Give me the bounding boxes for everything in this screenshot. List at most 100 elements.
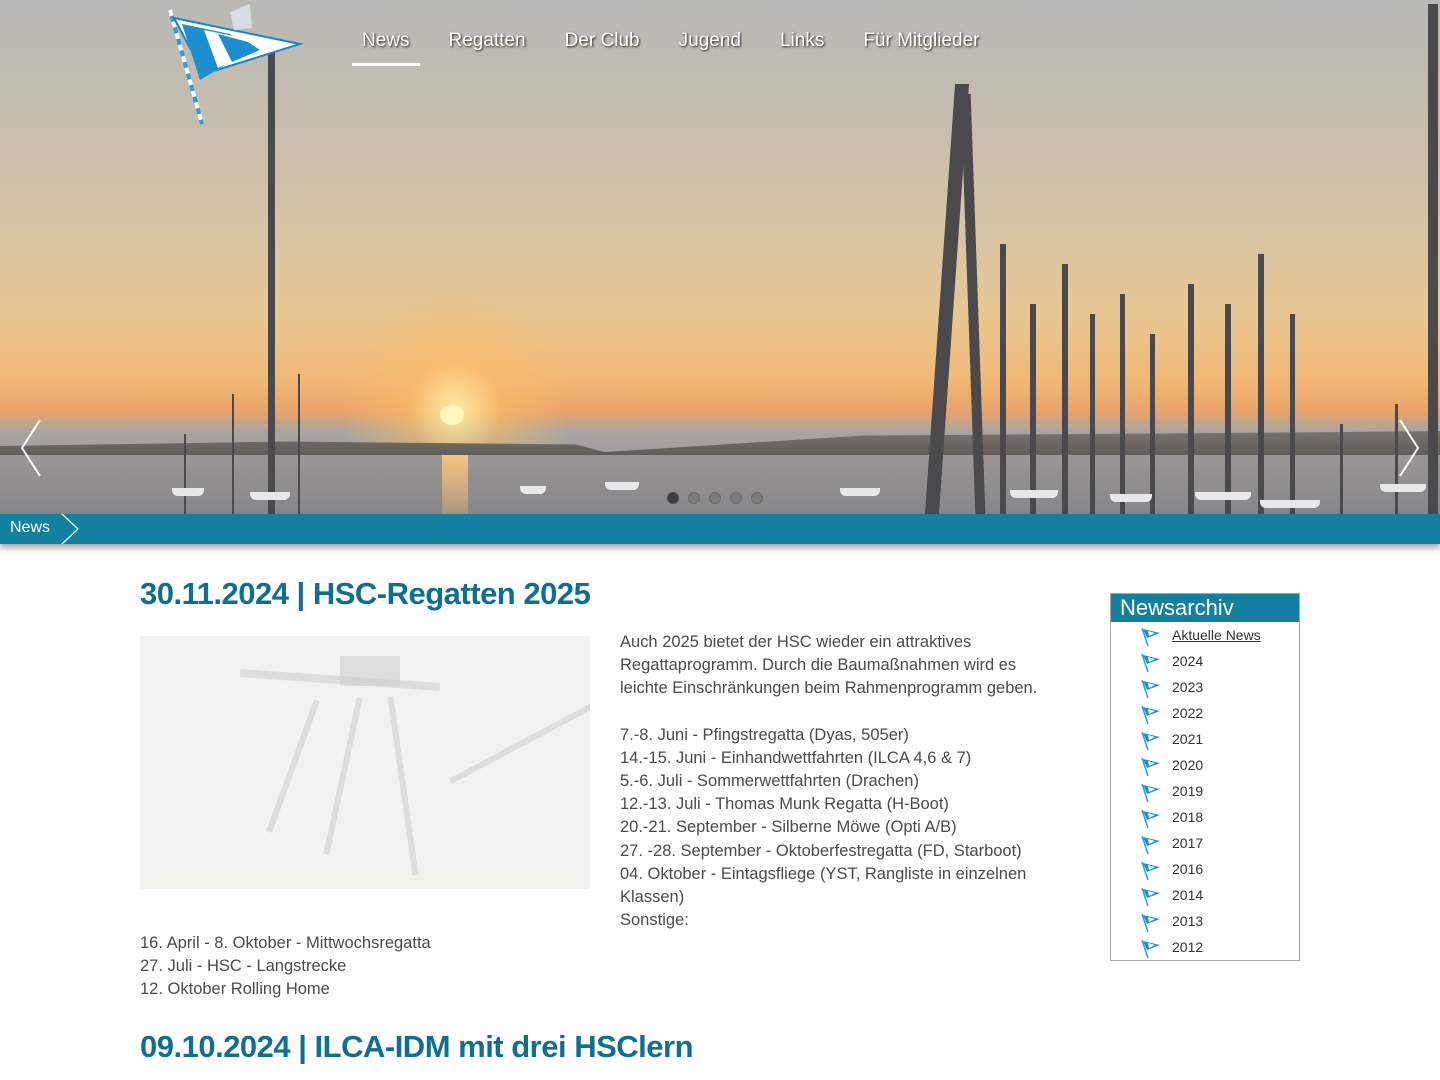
boat [1260,500,1320,508]
archive-label: 2019 [1172,783,1204,799]
archive-label: 2024 [1172,653,1204,669]
archive-label: 2013 [1172,913,1204,929]
nav-jugend[interactable]: Jugend [669,26,751,66]
boat [1010,490,1058,498]
other-events-label: Sonstige: [620,911,689,930]
pennant-bullet-icon [1141,835,1160,855]
archive-label: 2017 [1172,835,1204,851]
archive-item-2014[interactable]: 2014 [1111,884,1299,910]
post-title[interactable]: 09.10.2024 | ILCA-IDM mit drei HSClern [140,1029,694,1065]
slider-prev-arrow-icon[interactable] [18,418,44,478]
archive-list: Aktuelle News 2024 2023 2022 2021 2020 2… [1111,622,1299,962]
event-line: 27. -28. September - Oktoberfestregatta … [620,841,1022,860]
archive-item-2017[interactable]: 2017 [1111,832,1299,858]
nav-fuer-mitglieder[interactable]: Für Mitglieder [853,26,989,66]
archive-label: 2023 [1172,679,1204,695]
archive-item-2021[interactable]: 2021 [1111,728,1299,754]
club-pennant-logo[interactable] [160,4,304,128]
post-intro: Auch 2025 bietet der HSC wieder ein attr… [620,633,1038,698]
archive-item-2022[interactable]: 2022 [1111,702,1299,728]
pennant-bullet-icon [1141,939,1160,959]
slider-dot-4[interactable] [730,492,742,504]
sidebar-title: Newsarchiv [1111,594,1299,622]
nav-regatten[interactable]: Regatten [439,26,536,66]
slider-dot-2[interactable] [688,492,700,504]
slider-dot-3[interactable] [709,492,721,504]
archive-label: 2021 [1172,731,1204,747]
slider-dot-1[interactable] [667,492,679,504]
other-event-line: 16. April - 8. Oktober - Mittwochsregatt… [140,934,431,952]
archive-item-2013[interactable]: 2013 [1111,910,1299,936]
mast [1340,424,1343,514]
event-line: 14.-15. Juni - Einhandwettfahrten (ILCA … [620,748,972,767]
archive-label: 2018 [1172,809,1204,825]
archive-item-aktuelle-news[interactable]: Aktuelle News [1111,624,1299,650]
archive-item-2020[interactable]: 2020 [1111,754,1299,780]
hills [0,431,1440,458]
slider-pagination [667,492,763,504]
event-line: 12.-13. Juli - Thomas Munk Regatta (H-Bo… [620,795,949,814]
mast [1090,314,1095,514]
slider-dot-5[interactable] [751,492,763,504]
mast [1030,304,1036,514]
pier [266,699,320,833]
event-line: 5.-6. Juli - Sommerwettfahrten (Drachen) [620,772,919,791]
archive-item-2012[interactable]: 2012 [1111,936,1299,962]
archive-label: Aktuelle News [1172,627,1261,643]
slider-next-arrow-icon[interactable] [1396,418,1422,478]
archive-item-2019[interactable]: 2019 [1111,780,1299,806]
archive-item-2016[interactable]: 2016 [1111,858,1299,884]
mast [1062,264,1068,514]
breadcrumb: News [0,514,1440,544]
other-event-line: 27. Juli - HSC - Langstrecke [140,957,347,976]
boat [840,488,880,496]
post-body: Auch 2025 bietet der HSC wieder ein attr… [620,631,1060,932]
post-other-events: 16. April - 8. Oktober - Mittwochsregatt… [140,932,600,1002]
mast [1428,4,1438,514]
nav-links[interactable]: Links [770,26,834,66]
pennant-bullet-icon [1141,757,1160,777]
pennant-bullet-icon [1141,861,1160,881]
mast [232,394,234,514]
pier [449,694,590,784]
archive-item-2018[interactable]: 2018 [1111,806,1299,832]
pennant-bullet-icon [1141,913,1160,933]
nav-news[interactable]: News [352,26,420,66]
archive-item-2023[interactable]: 2023 [1111,676,1299,702]
mast [1000,244,1006,514]
mast [1225,304,1231,514]
pennant-bullet-icon [1141,809,1160,829]
archive-label: 2014 [1172,887,1204,903]
main-navigation: News Regatten Der Club Jugend Links Für … [352,26,1008,66]
post-title[interactable]: 30.11.2024 | HSC-Regatten 2025 [140,576,591,612]
pennant-bullet-icon [1141,653,1160,673]
lake-water [0,455,1440,514]
pennant-bullet-icon [1141,627,1160,647]
boat [1195,492,1251,500]
event-line: 04. Oktober - Eintagsfliege (YST, Rangli… [620,864,1027,907]
pier [387,696,419,876]
post-image-harbor-aerial[interactable] [140,636,590,889]
archive-label: 2012 [1172,939,1204,955]
mast [298,374,300,514]
boat [520,486,546,494]
event-line: 20.-21. September - Silberne Möwe (Opti … [620,818,957,837]
pennant-bullet-icon [1141,887,1160,907]
sun [440,405,464,425]
sun-reflection [442,455,468,514]
boat [1110,494,1152,502]
news-archive-sidebar: Newsarchiv Aktuelle News 2024 2023 2022 … [1110,593,1300,961]
pennant-bullet-icon [1141,679,1160,699]
mast [1258,254,1264,514]
pier [323,697,363,855]
archive-label: 2022 [1172,705,1204,721]
breadcrumb-news[interactable]: News [10,519,50,537]
pennant-bullet-icon [1141,783,1160,803]
mast [184,434,186,514]
archive-item-2024[interactable]: 2024 [1111,650,1299,676]
boat [250,492,290,500]
pennant-bullet-icon [1141,705,1160,725]
breadcrumb-chevron-icon [61,514,79,544]
nav-der-club[interactable]: Der Club [555,26,650,66]
boat [1380,484,1426,492]
